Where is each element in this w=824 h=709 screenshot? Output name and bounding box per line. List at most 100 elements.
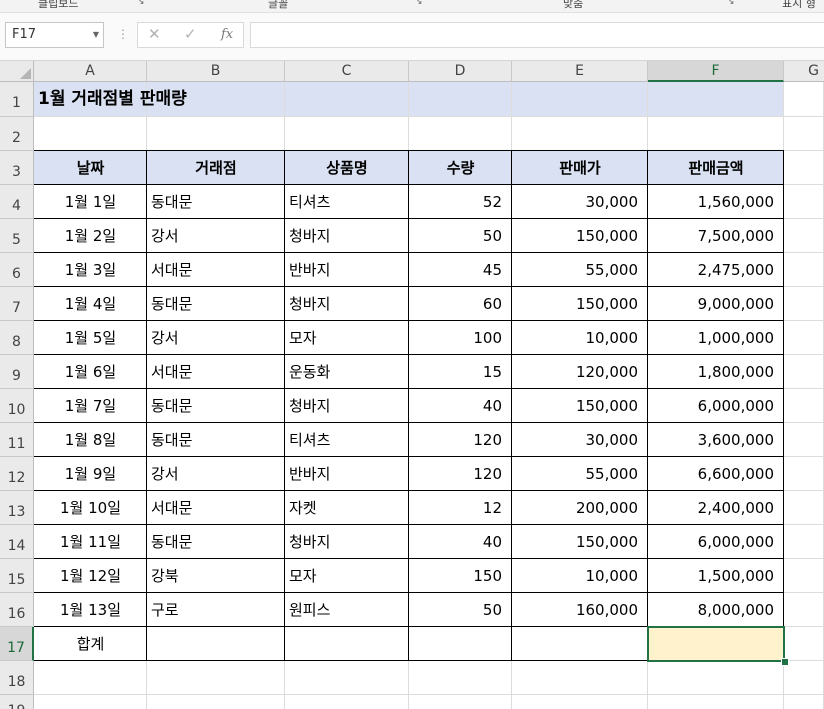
table-cell[interactable]: 청바지 <box>285 219 409 253</box>
table-cell[interactable]: 1월 7일 <box>34 389 147 423</box>
row-header-4[interactable]: 4 <box>0 185 34 219</box>
fill-handle[interactable] <box>781 658 789 666</box>
table-cell[interactable]: 160,000 <box>512 593 648 627</box>
table-cell[interactable]: 9,000,000 <box>648 287 784 321</box>
table-cell[interactable]: 서대문 <box>147 355 285 389</box>
table-cell[interactable]: 150,000 <box>512 389 648 423</box>
row-header-14[interactable]: 14 <box>0 525 34 559</box>
table-cell[interactable]: 120 <box>409 457 512 491</box>
table-cell[interactable]: 티셔츠 <box>285 185 409 219</box>
table-cell[interactable]: 1월 12일 <box>34 559 147 593</box>
font-launcher-icon[interactable]: ↘ <box>415 0 423 7</box>
table-cell[interactable]: 1월 11일 <box>34 525 147 559</box>
table-cell[interactable]: 1월 4일 <box>34 287 147 321</box>
ribbon-group-alignment[interactable]: 맞춤 <box>563 0 583 11</box>
table-cell[interactable]: 150,000 <box>512 219 648 253</box>
table-cell[interactable]: 150,000 <box>512 525 648 559</box>
table-cell[interactable]: 55,000 <box>512 253 648 287</box>
table-cell[interactable]: 6,000,000 <box>648 389 784 423</box>
row-header-6[interactable]: 6 <box>0 253 34 287</box>
table-cell[interactable]: 55,000 <box>512 457 648 491</box>
table-header-cell[interactable]: 수량 <box>409 151 512 185</box>
table-header-cell[interactable]: 날짜 <box>34 151 147 185</box>
row-header-19[interactable]: 19 <box>0 695 34 709</box>
table-cell[interactable]: 50 <box>409 219 512 253</box>
table-cell[interactable]: 자켓 <box>285 491 409 525</box>
active-cell-border[interactable] <box>647 626 785 662</box>
row-header-18[interactable]: 18 <box>0 661 34 695</box>
table-cell[interactable]: 1월 9일 <box>34 457 147 491</box>
row-header-12[interactable]: 12 <box>0 457 34 491</box>
cancel-icon[interactable]: ✕ <box>148 25 161 43</box>
table-cell[interactable]: 15 <box>409 355 512 389</box>
column-header-a[interactable]: A <box>34 61 147 82</box>
row-header-9[interactable]: 9 <box>0 355 34 389</box>
table-cell[interactable]: 동대문 <box>147 525 285 559</box>
table-cell[interactable]: 1월 8일 <box>34 423 147 457</box>
row-header-13[interactable]: 13 <box>0 491 34 525</box>
column-header-c[interactable]: C <box>285 61 409 82</box>
table-cell[interactable]: 동대문 <box>147 185 285 219</box>
table-cell[interactable]: 1월 13일 <box>34 593 147 627</box>
table-header-cell[interactable]: 상품명 <box>285 151 409 185</box>
insert-function-icon[interactable]: fx <box>221 27 233 42</box>
ribbon-group-clipboard[interactable]: 클립보드 <box>38 0 78 11</box>
table-header-cell[interactable]: 판매금액 <box>648 151 784 185</box>
table-cell[interactable]: 120,000 <box>512 355 648 389</box>
table-cell[interactable]: 모자 <box>285 321 409 355</box>
table-cell[interactable]: 50 <box>409 593 512 627</box>
table-cell[interactable]: 100 <box>409 321 512 355</box>
column-header-f[interactable]: F <box>648 61 784 82</box>
table-cell[interactable]: 반바지 <box>285 457 409 491</box>
table-cell[interactable]: 1,800,000 <box>648 355 784 389</box>
table-cell[interactable]: 12 <box>409 491 512 525</box>
table-cell[interactable]: 1월 3일 <box>34 253 147 287</box>
table-cell[interactable]: 청바지 <box>285 525 409 559</box>
table-cell[interactable]: 150 <box>409 559 512 593</box>
drag-handle-icon[interactable]: ⋮ <box>117 27 129 41</box>
column-header-g[interactable]: G <box>784 61 824 82</box>
formula-input[interactable] <box>250 22 824 48</box>
table-cell[interactable]: 40 <box>409 525 512 559</box>
table-cell[interactable]: 6,000,000 <box>648 525 784 559</box>
column-header-b[interactable]: B <box>147 61 285 82</box>
table-cell[interactable]: 동대문 <box>147 389 285 423</box>
table-cell[interactable]: 45 <box>409 253 512 287</box>
table-cell[interactable]: 2,400,000 <box>648 491 784 525</box>
alignment-launcher-icon[interactable]: ↘ <box>727 0 735 7</box>
table-cell[interactable]: 1,000,000 <box>648 321 784 355</box>
table-header-cell[interactable]: 판매가 <box>512 151 648 185</box>
table-cell[interactable]: 7,500,000 <box>648 219 784 253</box>
sheet-title[interactable]: 1월 거래점별 판매량 <box>34 82 534 117</box>
total-label-cell[interactable]: 합계 <box>34 627 147 661</box>
table-cell[interactable]: 서대문 <box>147 253 285 287</box>
table-cell[interactable]: 3,600,000 <box>648 423 784 457</box>
row-header-15[interactable]: 15 <box>0 559 34 593</box>
ribbon-group-number[interactable]: 표시 형 <box>782 0 816 11</box>
table-cell[interactable]: 구로 <box>147 593 285 627</box>
table-cell[interactable]: 동대문 <box>147 423 285 457</box>
table-cell[interactable]: 반바지 <box>285 253 409 287</box>
row-header-8[interactable]: 8 <box>0 321 34 355</box>
column-header-e[interactable]: E <box>512 61 648 82</box>
table-cell[interactable]: 8,000,000 <box>648 593 784 627</box>
table-cell[interactable]: 10,000 <box>512 559 648 593</box>
column-header-d[interactable]: D <box>409 61 512 82</box>
chevron-down-icon[interactable]: ▼ <box>93 23 99 47</box>
table-cell[interactable]: 청바지 <box>285 389 409 423</box>
table-cell[interactable]: 150,000 <box>512 287 648 321</box>
table-cell[interactable]: 모자 <box>285 559 409 593</box>
select-all-button[interactable] <box>0 61 34 82</box>
ribbon-group-font[interactable]: 글꼴 <box>268 0 288 11</box>
table-cell[interactable]: 강북 <box>147 559 285 593</box>
spreadsheet-grid[interactable]: ABCDEFG123456789101112131415161718191월 거… <box>0 61 824 709</box>
row-header-2[interactable]: 2 <box>0 117 34 151</box>
table-cell[interactable]: 강서 <box>147 321 285 355</box>
table-header-cell[interactable]: 거래점 <box>147 151 285 185</box>
table-cell[interactable]: 서대문 <box>147 491 285 525</box>
table-cell[interactable]: 청바지 <box>285 287 409 321</box>
table-cell[interactable]: 강서 <box>147 457 285 491</box>
row-header-11[interactable]: 11 <box>0 423 34 457</box>
table-cell[interactable]: 60 <box>409 287 512 321</box>
row-header-1[interactable]: 1 <box>0 82 34 117</box>
